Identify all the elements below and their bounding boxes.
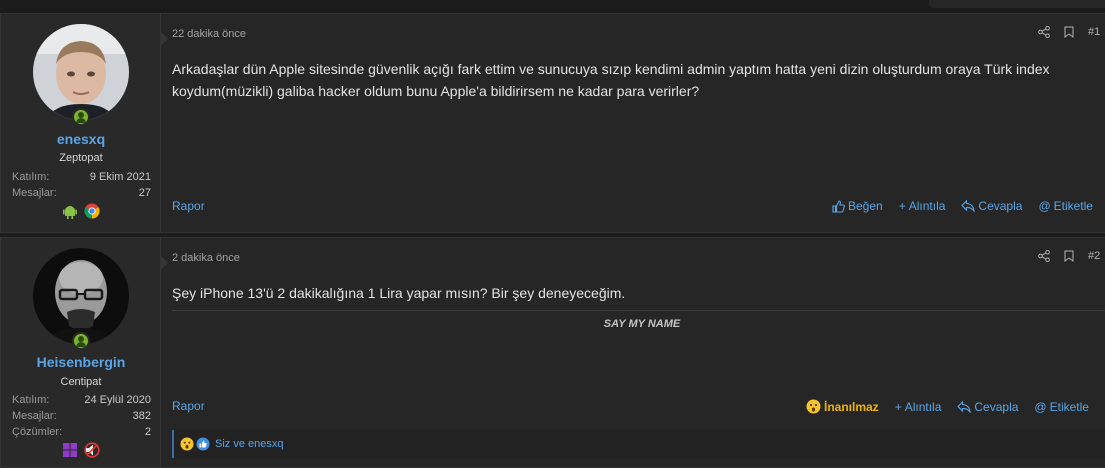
stat-label: Mesajlar: xyxy=(12,410,57,422)
reply-label: Cevapla xyxy=(974,399,1019,414)
post-actions: İnanılmaz + Alıntıla Cevapla @ Etiketle xyxy=(806,399,1089,414)
thumbs-up-icon xyxy=(832,199,845,213)
user-panel: Heisenbergin Centipat Katılım: 24 Eylül 2… xyxy=(1,238,168,467)
like-button[interactable]: Beğen xyxy=(832,199,883,213)
reply-icon xyxy=(957,400,972,413)
report-link[interactable]: Rapor xyxy=(172,399,205,413)
stat-value: 382 xyxy=(132,410,151,422)
tag-label: Etiketle xyxy=(1053,199,1093,213)
share-icon[interactable] xyxy=(1038,26,1050,38)
post: enesxq Zeptopat Katılım: 9 Ekim 2021 Mesa… xyxy=(0,13,1105,233)
like-reaction-icon xyxy=(196,437,210,451)
username[interactable]: enesxq xyxy=(1,131,161,147)
stat-joined: Katılım: 9 Ekim 2021 xyxy=(12,171,151,183)
reply-icon xyxy=(961,200,976,212)
stat-joined: Katılım: 24 Eylül 2020 xyxy=(12,394,151,406)
post-content: 22 dakika önce #1 Arkadaşlar dün Apple s… xyxy=(162,14,1105,232)
avatar[interactable] xyxy=(33,24,129,120)
signature-divider xyxy=(172,310,1105,311)
post: Heisenbergin Centipat Katılım: 24 Eylül 2… xyxy=(0,237,1105,468)
report-link[interactable]: Rapor xyxy=(172,199,205,213)
post-actions: Beğen + Alıntıla Cevapla @ Etiketle xyxy=(832,199,1093,213)
user-title: Zeptopat xyxy=(59,152,103,164)
reaction-label: İnanılmaz xyxy=(824,399,879,414)
post-number[interactable]: #1 xyxy=(1088,26,1100,38)
avatar[interactable] xyxy=(33,248,129,344)
quote-button[interactable]: + Alıntıla xyxy=(895,399,942,414)
username[interactable]: Heisenbergin xyxy=(1,354,161,370)
reaction-button[interactable]: İnanılmaz xyxy=(806,399,879,414)
bookmark-icon[interactable] xyxy=(1064,26,1074,38)
post-number[interactable]: #2 xyxy=(1088,250,1100,262)
like-label: Beğen xyxy=(848,199,883,213)
online-status-icon xyxy=(72,332,90,350)
android-icon xyxy=(63,206,77,219)
top-bar xyxy=(0,0,1105,12)
share-icon[interactable] xyxy=(1038,250,1050,262)
reactions-bar[interactable]: Siz ve enesxq xyxy=(172,430,1105,458)
top-bar-right xyxy=(929,0,1105,8)
signature: SAY MY NAME xyxy=(603,318,681,330)
at-icon: @ xyxy=(1038,199,1051,213)
windows-icon xyxy=(63,443,77,457)
user-panel: enesxq Zeptopat Katılım: 9 Ekim 2021 Mesa… xyxy=(1,14,168,232)
post-date[interactable]: 22 dakika önce xyxy=(172,28,246,40)
post-message: Arkadaşlar dün Apple sitesinde güvenlik … xyxy=(172,61,1050,99)
stat-label: Katılım: xyxy=(12,394,50,406)
reply-label: Cevapla xyxy=(978,199,1023,213)
online-status-icon xyxy=(72,108,90,126)
post-footer: Rapor İnanılmaz + Alıntıla Cevapla @ Etike… xyxy=(162,399,1105,419)
stat-label: Çözümler: xyxy=(12,426,63,438)
post-footer: Rapor Beğen + Alıntıla Cevapla @ Etiketle xyxy=(162,199,1105,219)
plus-icon: + xyxy=(894,399,902,414)
stat-messages: Mesajlar: 27 xyxy=(12,187,151,199)
quote-button[interactable]: + Alıntıla xyxy=(899,199,946,213)
chrome-icon xyxy=(84,203,100,219)
tag-button[interactable]: @ Etiketle xyxy=(1034,399,1089,414)
tag-label: Etiketle xyxy=(1049,399,1089,414)
stat-value: 27 xyxy=(138,187,151,199)
reply-button[interactable]: Cevapla xyxy=(957,399,1018,414)
no-sound-icon xyxy=(84,442,100,458)
stat-messages: Mesajlar: 382 xyxy=(12,410,151,422)
post-content: 2 dakika önce #2 Şey iPhone 13'ü 2 dakik… xyxy=(162,238,1105,467)
stat-value: 9 Ekim 2021 xyxy=(89,171,151,183)
stat-label: Katılım: xyxy=(12,171,50,183)
user-title: Centipat xyxy=(60,376,102,388)
stat-label: Mesajlar: xyxy=(12,187,57,199)
reactions-text[interactable]: Siz ve enesxq xyxy=(215,438,283,450)
user-badges xyxy=(1,203,161,219)
quote-label: Alıntıla xyxy=(908,199,946,213)
plus-icon: + xyxy=(898,199,906,213)
tag-button[interactable]: @ Etiketle xyxy=(1038,199,1093,213)
stat-solutions: Çözümler: 2 xyxy=(12,426,151,438)
post-tools: #1 xyxy=(1038,26,1100,38)
post-date[interactable]: 2 dakika önce xyxy=(172,252,240,264)
stat-value: 24 Eylül 2020 xyxy=(84,394,151,406)
at-icon: @ xyxy=(1034,399,1047,414)
user-badges xyxy=(1,442,161,458)
quote-label: Alıntıla xyxy=(904,399,942,414)
bookmark-icon[interactable] xyxy=(1064,250,1074,262)
post-message: Şey iPhone 13'ü 2 dakikalığına 1 Lira ya… xyxy=(172,285,626,301)
stat-value: 2 xyxy=(144,426,151,438)
post-tools: #2 xyxy=(1038,250,1100,262)
wow-emoji-icon xyxy=(180,437,194,451)
reply-button[interactable]: Cevapla xyxy=(961,199,1022,213)
wow-emoji-icon xyxy=(806,399,821,414)
